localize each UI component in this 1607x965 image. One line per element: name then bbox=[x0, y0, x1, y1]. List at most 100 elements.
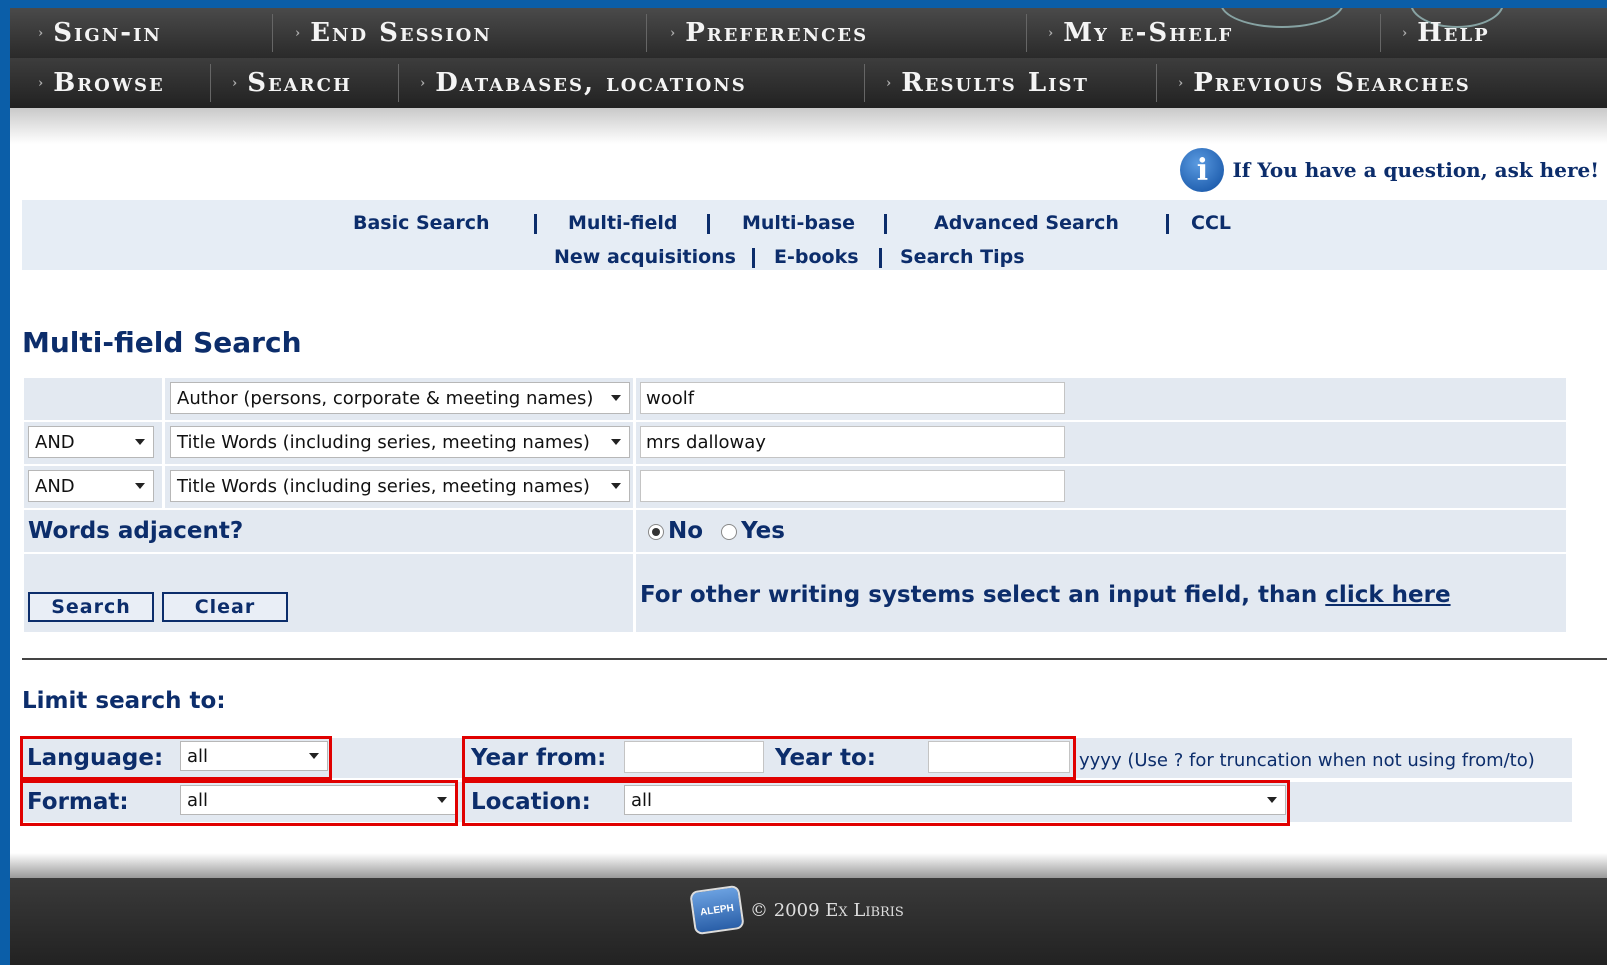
operator-value: AND bbox=[35, 431, 75, 453]
nav-label: Sign-in bbox=[53, 18, 162, 48]
nav-label: Browse bbox=[53, 68, 165, 98]
page: › Sign-in › End Session › Preferences › My e… bbox=[10, 8, 1607, 965]
highlight-format bbox=[20, 780, 458, 826]
nav-separator bbox=[1156, 64, 1157, 102]
nav-sign-in[interactable]: › Sign-in bbox=[38, 8, 162, 58]
click-here-link[interactable]: click here bbox=[1325, 582, 1450, 608]
search-button[interactable]: Search bbox=[28, 592, 154, 622]
aleph-logo: ALEPH bbox=[689, 884, 745, 936]
search-type-links: Basic Search Multi-field Multi-base Adva… bbox=[22, 200, 1607, 270]
divider bbox=[22, 658, 1607, 660]
dropdown-caret-icon bbox=[135, 439, 145, 445]
arrow-icon: › bbox=[38, 75, 44, 91]
nav-previous-searches[interactable]: › Previous Searches bbox=[1178, 58, 1471, 108]
words-adjacent-label: Words adjacent? bbox=[28, 518, 244, 544]
arrow-icon: › bbox=[420, 75, 426, 91]
arrow-icon: › bbox=[1402, 25, 1408, 41]
link-separator bbox=[884, 214, 887, 234]
link-separator bbox=[707, 214, 710, 234]
radio-no-label: No bbox=[668, 518, 704, 544]
nav-help[interactable]: › Help bbox=[1402, 8, 1490, 58]
ask-question-text: If You have a question, ask here! bbox=[1232, 158, 1599, 182]
nav-browse[interactable]: › Browse bbox=[38, 58, 165, 108]
page-title: Multi-field Search bbox=[22, 326, 302, 359]
link-separator bbox=[752, 248, 755, 268]
link-multi-base[interactable]: Multi-base bbox=[742, 212, 855, 234]
field-select-value: Title Words (including series, meeting n… bbox=[177, 475, 590, 497]
link-ccl[interactable]: CCL bbox=[1191, 212, 1231, 234]
arrow-icon: › bbox=[232, 75, 238, 91]
arrow-icon: › bbox=[1048, 25, 1054, 41]
link-advanced-search[interactable]: Advanced Search bbox=[934, 212, 1119, 234]
operator-select-3[interactable]: AND bbox=[28, 470, 154, 502]
row-op-cell bbox=[24, 378, 162, 420]
limit-search-title: Limit search to: bbox=[22, 688, 226, 714]
nav-label: Help bbox=[1417, 18, 1490, 48]
link-separator bbox=[1166, 214, 1169, 234]
dropdown-caret-icon bbox=[611, 395, 621, 401]
ask-question[interactable]: i If You have a question, ask here! bbox=[1180, 148, 1599, 192]
nav-separator bbox=[646, 14, 647, 52]
radio-yes[interactable] bbox=[721, 523, 738, 540]
arrow-icon: › bbox=[1178, 75, 1184, 91]
nav-my-e-shelf[interactable]: › My e-Shelf bbox=[1048, 8, 1233, 58]
highlight-language bbox=[20, 736, 332, 780]
highlight-location bbox=[462, 780, 1290, 826]
decorative-arc bbox=[1220, 8, 1344, 28]
arrow-icon: › bbox=[38, 25, 44, 41]
operator-select-2[interactable]: AND bbox=[28, 426, 154, 458]
nav-preferences[interactable]: › Preferences bbox=[670, 8, 868, 58]
arrow-icon: › bbox=[670, 25, 676, 41]
nav-separator bbox=[272, 14, 273, 52]
dropdown-caret-icon bbox=[611, 483, 621, 489]
arrow-icon: › bbox=[295, 25, 301, 41]
link-multi-field[interactable]: Multi-field bbox=[568, 212, 678, 234]
nav-label: Preferences bbox=[685, 18, 869, 48]
input-value: woolf bbox=[646, 387, 695, 409]
clear-button[interactable]: Clear bbox=[162, 592, 288, 622]
link-separator bbox=[534, 214, 537, 234]
nav-end-session[interactable]: › End Session bbox=[295, 8, 492, 58]
field-select-3[interactable]: Title Words (including series, meeting n… bbox=[170, 470, 630, 502]
footer-content: ALEPH © 2009 Ex Libris bbox=[689, 884, 904, 936]
field-select-value: Author (persons, corporate & meeting nam… bbox=[177, 387, 594, 409]
search-term-input-2[interactable]: mrs dalloway bbox=[640, 426, 1065, 458]
window-frame: › Sign-in › End Session › Preferences › My e… bbox=[0, 0, 1607, 965]
link-separator bbox=[879, 248, 882, 268]
info-icon: i bbox=[1180, 148, 1225, 192]
arrow-icon: › bbox=[886, 75, 892, 91]
nav-label: Databases, locations bbox=[435, 68, 747, 98]
link-search-tips[interactable]: Search Tips bbox=[900, 246, 1025, 268]
radio-yes-label: Yes bbox=[741, 518, 785, 544]
nav-label: Search bbox=[247, 68, 352, 98]
nav-label: My e-Shelf bbox=[1063, 18, 1234, 48]
field-select-value: Title Words (including series, meeting n… bbox=[177, 431, 590, 453]
nav-databases-locations[interactable]: › Databases, locations bbox=[420, 58, 747, 108]
field-select-2[interactable]: Title Words (including series, meeting n… bbox=[170, 426, 630, 458]
top-nav-row-2: › Browse › Search › Databases, locations › R… bbox=[10, 58, 1607, 109]
link-basic-search[interactable]: Basic Search bbox=[353, 212, 490, 234]
dropdown-caret-icon bbox=[611, 439, 621, 445]
footer-shade bbox=[10, 853, 1607, 878]
nav-separator bbox=[864, 64, 865, 102]
nav-search[interactable]: › Search bbox=[232, 58, 352, 108]
link-e-books[interactable]: E-books bbox=[774, 246, 859, 268]
search-term-input-1[interactable]: woolf bbox=[640, 382, 1065, 414]
nav-results-list[interactable]: › Results List bbox=[886, 58, 1089, 108]
nav-label: Previous Searches bbox=[1193, 68, 1471, 98]
top-nav-row-1: › Sign-in › End Session › Preferences › My e… bbox=[10, 8, 1607, 59]
highlight-year bbox=[462, 736, 1076, 780]
nav-separator bbox=[1380, 14, 1381, 52]
nav-separator bbox=[398, 64, 399, 102]
field-select-1[interactable]: Author (persons, corporate & meeting nam… bbox=[170, 382, 630, 414]
search-term-input-3[interactable] bbox=[640, 470, 1065, 502]
copyright-text: © 2009 Ex Libris bbox=[750, 899, 904, 921]
link-new-acquisitions[interactable]: New acquisitions bbox=[554, 246, 736, 268]
radio-no[interactable] bbox=[648, 523, 664, 540]
nav-separator bbox=[1026, 14, 1027, 52]
nav-label: End Session bbox=[310, 18, 492, 48]
year-hint: yyyy (Use ? for truncation when not usin… bbox=[1079, 750, 1535, 771]
dropdown-caret-icon bbox=[135, 483, 145, 489]
input-value: mrs dalloway bbox=[646, 431, 766, 453]
nav-separator bbox=[210, 64, 211, 102]
